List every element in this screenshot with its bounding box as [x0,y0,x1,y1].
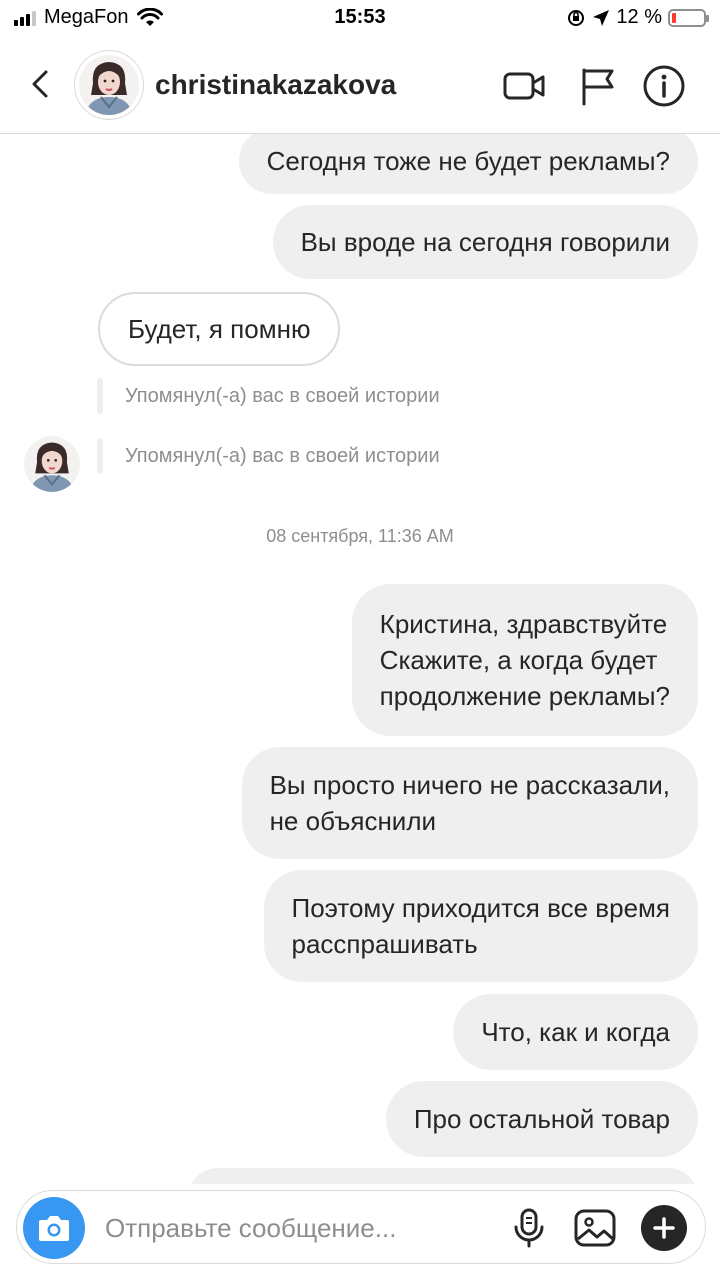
location-arrow-icon [593,9,610,26]
battery-level [672,12,676,23]
message-line: продолжение рекламы? [379,681,670,711]
avatar[interactable] [74,50,144,120]
message-in[interactable]: Будет, я помню [98,292,341,366]
camera-icon [39,1216,69,1241]
mention-text: Упомянул(-а) вас в своей истории [125,385,440,407]
message-line: Скажите, а когда будет [379,645,658,675]
message-line: расспрашивать [291,929,478,959]
microphone-icon[interactable] [507,1206,551,1250]
message-out[interactable]: Поэтому приходится все время расспрашива… [263,870,698,982]
add-button[interactable] [641,1205,687,1251]
video-camera-icon[interactable] [502,64,546,108]
battery-icon [668,8,709,27]
message-text: Вы вроде на сегодня говорили [300,227,670,257]
message-out[interactable]: Кристина, здравствуйте Скажите, а когда … [351,584,698,736]
message-line: не объяснили [269,806,437,836]
date-separator: 08 сентября, 11:36 AM [266,526,454,546]
sender-avatar[interactable] [24,436,80,492]
message-line: Кристина, здравствуйте [379,609,668,639]
chat-username[interactable]: christinakazakova [155,69,396,101]
message-text: Будет, я помню [128,314,311,344]
message-out-partial[interactable] [188,1168,698,1184]
message-composer [16,1190,706,1264]
info-icon[interactable] [642,64,686,108]
message-out[interactable]: Что, как и когда [453,994,698,1070]
gallery-icon[interactable] [573,1206,617,1250]
story-mention[interactable]: Упомянул(-а) вас в своей истории [97,438,440,474]
message-line: Вы просто ничего не рассказали, [269,770,670,800]
mention-text: Упомянул(-а) вас в своей истории [125,445,440,467]
camera-button[interactable] [23,1197,85,1259]
chat-header: christinakazakova [0,36,720,134]
message-thread[interactable]: Сегодня тоже не будет рекламы? Вы вроде … [0,134,720,1184]
message-out[interactable]: Про остальной товар [385,1081,698,1157]
message-input[interactable] [105,1209,495,1247]
plus-icon [653,1217,675,1239]
message-out[interactable]: Вы вроде на сегодня говорили [272,205,698,279]
message-text: Что, как и когда [481,1017,670,1047]
message-text: Про остальной товар [413,1104,670,1134]
message-out[interactable]: Сегодня тоже не будет рекламы? [238,134,698,194]
avatar-illustration [24,436,80,492]
message-out[interactable]: Вы просто ничего не рассказали, не объяс… [241,747,698,859]
story-mention[interactable]: Упомянул(-а) вас в своей истории [97,378,440,414]
avatar-illustration [79,55,139,115]
back-chevron-icon[interactable] [22,64,62,104]
battery-percent: 12 % [616,6,662,28]
message-text: Сегодня тоже не будет рекламы? [266,146,670,176]
message-line: Поэтому приходится все время [291,893,670,923]
status-bar: MegaFon 15:53 12 % [0,0,720,36]
flag-icon[interactable] [576,64,620,108]
orientation-lock-icon [568,9,585,26]
status-right: 12 % [566,6,709,29]
